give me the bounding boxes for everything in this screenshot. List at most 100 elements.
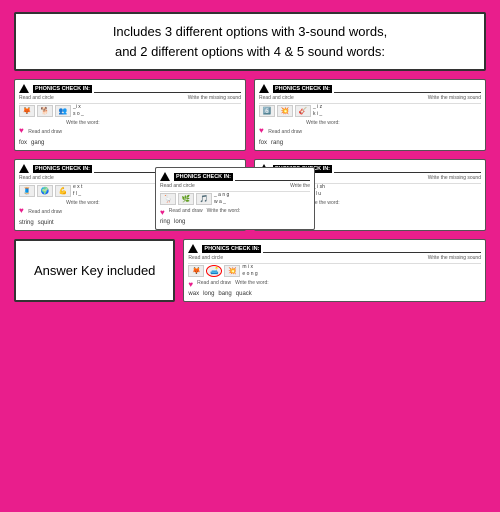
ws1-section1: Read and circle [19,95,54,101]
ws3-triangle-icon [19,164,29,173]
ws2-icon-3: 🎸 [295,105,311,117]
worksheet-card-1: PHONICS CHECK IN: Read and circle Write … [14,79,246,151]
ws2-section2: Write the missing sound [428,95,481,101]
bottom-ws-word-2: long [203,291,214,297]
ws1-icon-1: 🦊 [19,105,35,117]
ws1-word-1: fox [19,140,27,146]
ws2-words: ♥ Read and draw Write the word: [259,120,481,138]
center-ws-icon-3: 🎵 [196,193,212,205]
ws1-heart-icon: ♥ [19,126,24,135]
ws1-icon-3: 👥 [55,105,71,117]
ws3-draw-label: Read and draw [28,209,62,215]
bottom-ws-draw-label: Read and draw [197,280,231,289]
ws3-icon-1: 🧵 [19,185,35,197]
center-ws-header: PHONICS CHECK IN: [160,172,310,181]
bottom-ws-word-3: bang [218,291,231,297]
ws2-sounds: _ i zk i _ [313,104,322,118]
ws1-sounds: _i xs o _ [73,104,84,118]
ws2-section1: Read and circle [259,95,294,101]
ws1-word-2: gang [31,140,44,146]
bottom-ws-header: PHONICS CHECK IN: [188,244,481,253]
bottom-ws-icons: 🦊 🛋️ 💥 m i xe o n g [188,264,481,278]
center-ws-word-2: long [174,219,185,225]
bottom-ws-heart-icon: ♥ [188,280,193,289]
bottom-ws-icon-3: 💥 [224,265,240,277]
bottom-section: Answer Key included PHONICS CHECK IN: Re… [0,239,500,302]
bottom-ws-icon-2: 🛋️ [206,265,222,277]
bottom-ws-icon-1: 🦊 [188,265,204,277]
ws1-draw-label: Read and draw [28,129,62,135]
ws3-write-label: Write the word: [66,200,100,218]
ws3-heart-icon: ♥ [19,206,24,215]
ws2-word-2: rang [271,140,283,146]
ws3-title: PHONICS CHECK IN: [33,165,92,173]
center-ws-icon-1: 🪿 [160,193,176,205]
center-ws-top-row: Read and circle Write the [160,183,310,192]
center-ws-meta: ♥ Read and draw Write the word: [160,208,310,217]
description-line1: Includes 3 different options with 3-soun… [113,24,387,39]
ws1-title: PHONICS CHECK IN: [33,85,92,93]
ws3-word-1: string [19,220,34,226]
ws3-sounds: e x tf l _ [73,184,82,198]
ws3-draw-area: ♥ Read and draw [19,200,62,218]
center-ws-word-1: ring [160,219,170,225]
ws1-header: PHONICS CHECK IN: [19,84,241,93]
bottom-ws-section1: Read and circle [188,255,223,261]
bottom-ws-title: PHONICS CHECK IN: [202,245,261,253]
center-ws-icons: 🪿 🌿 🎵 _ a n gw a _ [160,192,310,206]
bottom-ws-name-field [263,245,481,253]
ws1-name-field [94,85,241,93]
ws1-section2: Write the missing sound [188,95,241,101]
ws2-draw-label: Read and draw [268,129,302,135]
ws2-word-1: fox [259,140,267,146]
answer-key-text: Answer Key included [34,263,155,278]
ws1-word-items: fox gang [19,140,241,146]
ws1-write-label: Write the word: [66,120,100,138]
ws2-draw-area: ♥ Read and draw [259,120,302,138]
center-ws-name-field [235,173,310,181]
ws2-title: PHONICS CHECK IN: [273,85,332,93]
ws2-header: PHONICS CHECK IN: [259,84,481,93]
center-ws-sounds: _ a n gw a _ [214,192,229,206]
center-ws-write-label: Write the [290,183,310,189]
ws2-name-field [334,85,481,93]
ws1-words: ♥ Read and draw Write the word: [19,120,241,138]
center-ws-section1: Read and circle [160,183,195,189]
bottom-ws-triangle-icon [188,244,198,253]
ws3-icon-3: 💪 [55,185,71,197]
ws2-word-items: fox rang [259,140,481,146]
description-box: Includes 3 different options with 3-soun… [14,12,486,71]
center-ws-write-word-label: Write the word: [207,208,241,217]
bottom-ws-sounds: m i xe o n g [242,264,257,278]
ws1-icons: 🦊 🐕 👥 _i xs o _ [19,104,241,118]
ws3-section1: Read and circle [19,175,54,181]
bottom-ws-meta: ♥ Read and draw Write the word: [188,280,481,289]
center-worksheet-card: PHONICS CHECK IN: Read and circle Write … [155,167,315,230]
bottom-ws-word-items: wax long bang quack [188,291,481,297]
ws4-name-field [334,165,481,173]
ws3-icon-2: 🌍 [37,185,53,197]
center-ws-title: PHONICS CHECK IN: [174,173,233,181]
center-ws-draw-label: Read and draw [169,208,203,217]
center-ws-triangle-icon [160,172,170,181]
bottom-ws-section2: Write the missing sound [428,255,481,261]
ws4-section2: Write the missing sound [428,175,481,181]
ws1-draw-area: ♥ Read and draw [19,120,62,138]
center-ws-icon-2: 🌿 [178,193,194,205]
ws1-triangle-icon [19,84,29,93]
ws2-icon-2: 💥 [277,105,293,117]
answer-key-box: Answer Key included [14,239,175,302]
bottom-ws-word-4: quack [236,291,252,297]
bottom-ws-word-1: wax [188,291,199,297]
ws2-write-label: Write the word: [306,120,340,138]
ws2-triangle-icon [259,84,269,93]
bottom-worksheet-card: PHONICS CHECK IN: Read and circle Write … [183,239,486,302]
ws2-heart-icon: ♥ [259,126,264,135]
ws2-icon-1: 6️⃣ [259,105,275,117]
ws3-word-2: squint [38,220,54,226]
ws2-top-row: Read and circle Write the missing sound [259,95,481,104]
ws2-icons: 6️⃣ 💥 🎸 _ i zk i _ [259,104,481,118]
worksheet-card-2: PHONICS CHECK IN: Read and circle Write … [254,79,486,151]
description-line2: and 2 different options with 4 & 5 sound… [115,44,385,59]
bottom-ws-top-row: Read and circle Write the missing sound [188,255,481,264]
